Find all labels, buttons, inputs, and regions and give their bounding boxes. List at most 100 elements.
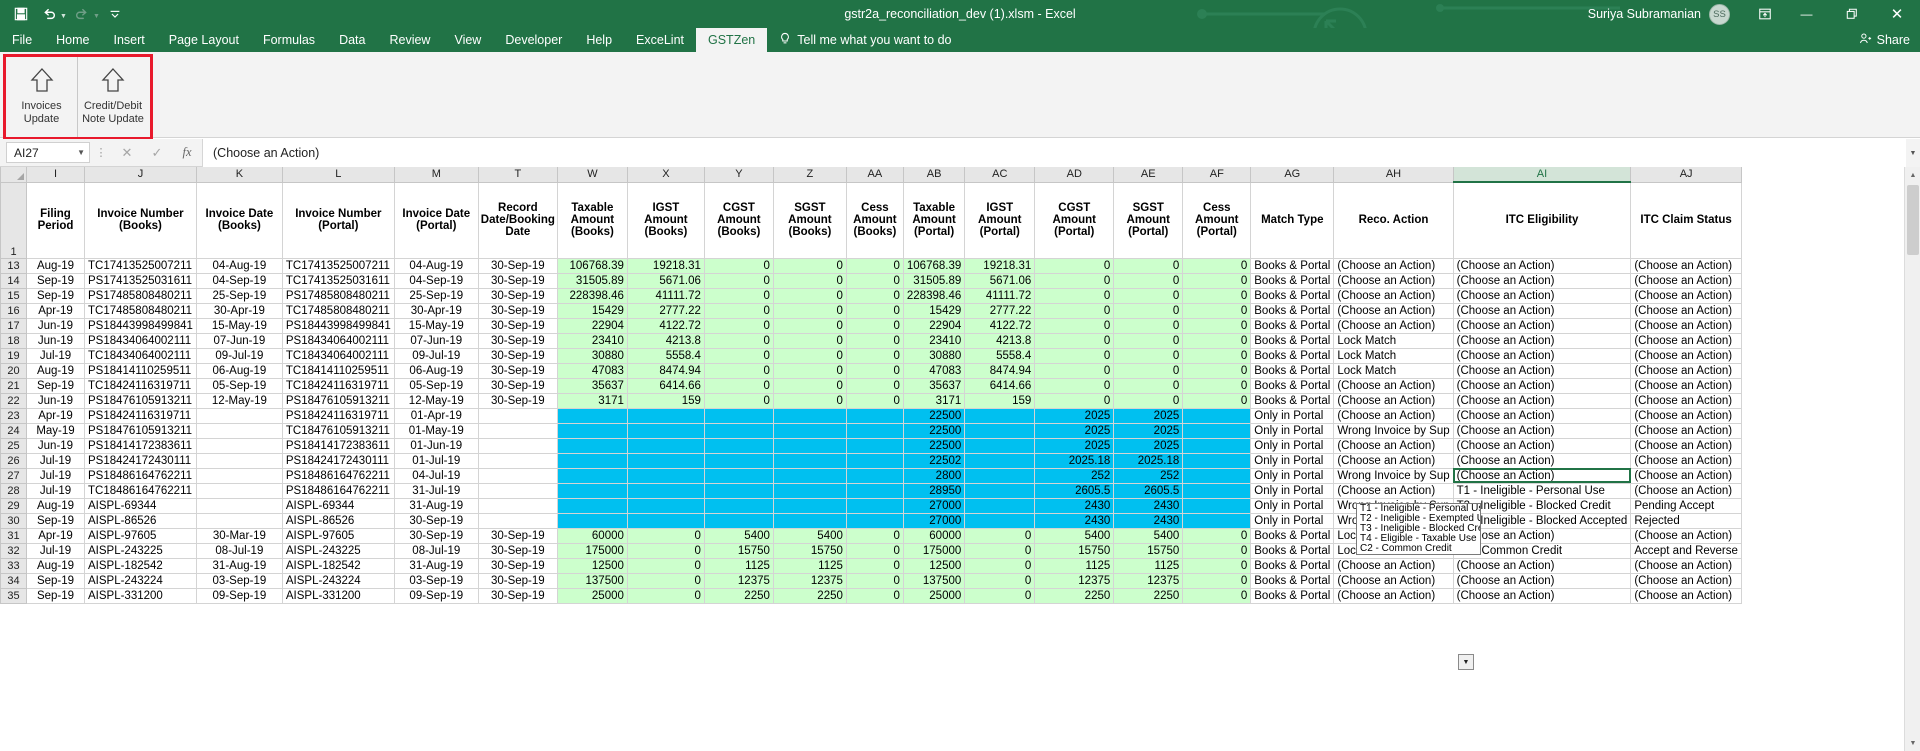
grid-cell[interactable]: 0 bbox=[845, 557, 904, 574]
grid-cell[interactable]: TC18434064002111 bbox=[281, 347, 395, 364]
grid-cell[interactable]: Only in Portal bbox=[1250, 482, 1335, 499]
row-header-27[interactable]: 27 bbox=[0, 467, 27, 484]
row-header-32[interactable]: 32 bbox=[0, 542, 27, 559]
grid-cell[interactable]: (Choose an Action) bbox=[1333, 437, 1454, 454]
grid-cell[interactable]: (Choose an Action) bbox=[1630, 467, 1742, 484]
grid-cell[interactable] bbox=[845, 467, 904, 484]
tab-help[interactable]: Help bbox=[574, 28, 624, 52]
grid-cell[interactable]: 30-Sep-19 bbox=[477, 317, 558, 334]
column-title-cell[interactable]: Filing Period bbox=[26, 181, 85, 259]
grid-cell[interactable]: 0 bbox=[626, 542, 705, 559]
grid-cell[interactable]: Jun-19 bbox=[26, 392, 85, 409]
grid-cell[interactable]: PS18476105913211 bbox=[84, 422, 197, 439]
grid-cell[interactable]: Only in Portal bbox=[1250, 422, 1335, 439]
row-header-28[interactable]: 28 bbox=[0, 482, 27, 499]
column-title-cell[interactable]: Taxable Amount (Portal) bbox=[902, 181, 966, 259]
grid-cell[interactable]: PS18414172383611 bbox=[281, 437, 395, 454]
grid-cell[interactable]: 0 bbox=[772, 287, 847, 304]
grid-cell[interactable]: 15429 bbox=[902, 302, 966, 319]
grid-cell[interactable]: 15750 bbox=[703, 542, 774, 559]
grid-cell[interactable]: (Choose an Action) bbox=[1333, 482, 1454, 499]
grid-cell[interactable]: 106768.39 bbox=[556, 257, 628, 274]
column-title-cell[interactable]: Reco. Action bbox=[1333, 181, 1454, 259]
table-row[interactable]: 13 Aug-19 TC17413525007211 04-Aug-19 TC17413… bbox=[0, 257, 1742, 274]
grid-cell[interactable]: 0 bbox=[845, 572, 904, 589]
grid-cell[interactable]: 2025.18 bbox=[1113, 452, 1184, 469]
grid-cell[interactable]: 1125 bbox=[1113, 557, 1184, 574]
row-header-31[interactable]: 31 bbox=[0, 527, 27, 544]
column-header-I[interactable]: I bbox=[26, 167, 85, 183]
tab-data[interactable]: Data bbox=[327, 28, 377, 52]
grid-cell[interactable] bbox=[1182, 422, 1252, 439]
row-header-19[interactable]: 19 bbox=[0, 347, 27, 364]
grid-cell[interactable]: 0 bbox=[1182, 377, 1252, 394]
grid-cell[interactable] bbox=[964, 482, 1036, 499]
grid-cell[interactable]: 25-Sep-19 bbox=[393, 287, 479, 304]
grid-cell[interactable]: 12375 bbox=[1034, 572, 1115, 589]
grid-cell[interactable]: Apr-19 bbox=[26, 407, 85, 424]
grid-cell[interactable] bbox=[772, 407, 847, 424]
grid-cell[interactable] bbox=[1182, 467, 1252, 484]
column-header-AA[interactable]: AA bbox=[845, 167, 904, 183]
grid-cell[interactable]: 2777.22 bbox=[626, 302, 705, 319]
grid-cell[interactable] bbox=[477, 512, 558, 529]
column-header-K[interactable]: K bbox=[195, 167, 283, 183]
table-row[interactable]: 14 Sep-19 PS17413525031611 04-Sep-19 TC17413… bbox=[0, 272, 1742, 289]
grid-cell[interactable]: 1125 bbox=[703, 557, 774, 574]
grid-cell[interactable]: Books & Portal bbox=[1250, 302, 1335, 319]
grid-cell[interactable] bbox=[845, 407, 904, 424]
grid-cell[interactable]: Sep-19 bbox=[26, 587, 85, 604]
grid-cell[interactable]: 03-Sep-19 bbox=[393, 572, 479, 589]
grid-cell[interactable]: 0 bbox=[1034, 377, 1115, 394]
grid-cell[interactable]: 08-Jul-19 bbox=[393, 542, 479, 559]
grid-cell[interactable]: (Choose an Action) bbox=[1630, 527, 1742, 544]
grid-cell[interactable]: PS18424116319711 bbox=[84, 407, 197, 424]
row-header-25[interactable]: 25 bbox=[0, 437, 27, 454]
column-title-cell[interactable]: CGST Amount (Books) bbox=[703, 181, 774, 259]
row-header-18[interactable]: 18 bbox=[0, 332, 27, 349]
grid-cell[interactable]: 228398.46 bbox=[556, 287, 628, 304]
grid-cell[interactable]: 09-Sep-19 bbox=[195, 587, 283, 604]
grid-cell[interactable]: 09-Jul-19 bbox=[393, 347, 479, 364]
row-header-33[interactable]: 33 bbox=[0, 557, 27, 574]
grid-cell[interactable]: PS18434064002111 bbox=[281, 332, 395, 349]
grid-cell[interactable] bbox=[845, 437, 904, 454]
grid-cell[interactable]: Jul-19 bbox=[26, 482, 85, 499]
grid-cell[interactable]: 2025 bbox=[1034, 422, 1115, 439]
grid-cell[interactable] bbox=[964, 437, 1036, 454]
grid-cell[interactable]: 159 bbox=[626, 392, 705, 409]
tell-me-box[interactable]: Tell me what you want to do bbox=[767, 28, 952, 52]
grid-cell[interactable]: 35637 bbox=[556, 377, 628, 394]
grid-cell[interactable] bbox=[1182, 497, 1252, 514]
grid-cell[interactable]: PS17413525031611 bbox=[84, 272, 197, 289]
row-header-14[interactable]: 14 bbox=[0, 272, 27, 289]
grid-cell[interactable]: 0 bbox=[1113, 287, 1184, 304]
grid-cell[interactable] bbox=[556, 467, 628, 484]
column-header-X[interactable]: X bbox=[626, 167, 705, 183]
grid-cell[interactable]: (Choose an Action) bbox=[1452, 332, 1632, 349]
grid-cell[interactable]: 175000 bbox=[902, 542, 966, 559]
grid-cell[interactable]: 0 bbox=[1182, 557, 1252, 574]
grid-cell[interactable] bbox=[556, 407, 628, 424]
grid-cell[interactable] bbox=[845, 497, 904, 514]
grid-cell[interactable]: 01-Apr-19 bbox=[393, 407, 479, 424]
row-header-20[interactable]: 20 bbox=[0, 362, 27, 379]
grid-cell[interactable]: Sep-19 bbox=[26, 377, 85, 394]
grid-cell[interactable]: 2025 bbox=[1113, 422, 1184, 439]
grid-cell[interactable]: 0 bbox=[1182, 332, 1252, 349]
grid-cell[interactable]: 0 bbox=[1113, 362, 1184, 379]
grid-cell[interactable]: 0 bbox=[845, 542, 904, 559]
grid-cell[interactable]: 04-Aug-19 bbox=[195, 257, 283, 274]
scrollbar-thumb[interactable] bbox=[1907, 185, 1919, 255]
grid-cell[interactable]: PS18424116319711 bbox=[281, 407, 395, 424]
grid-cell[interactable]: 0 bbox=[772, 317, 847, 334]
grid-cell[interactable] bbox=[626, 422, 705, 439]
grid-cell[interactable] bbox=[772, 422, 847, 439]
grid-cell[interactable]: 4213.8 bbox=[626, 332, 705, 349]
grid-cell[interactable]: 0 bbox=[703, 362, 774, 379]
grid-cell[interactable]: 09-Sep-19 bbox=[393, 587, 479, 604]
expand-formula-bar-icon[interactable]: ▼ bbox=[1906, 139, 1920, 167]
grid-cell[interactable]: 4122.72 bbox=[964, 317, 1036, 334]
grid-cell[interactable]: 30-Sep-19 bbox=[477, 587, 558, 604]
grid-cell[interactable] bbox=[845, 422, 904, 439]
